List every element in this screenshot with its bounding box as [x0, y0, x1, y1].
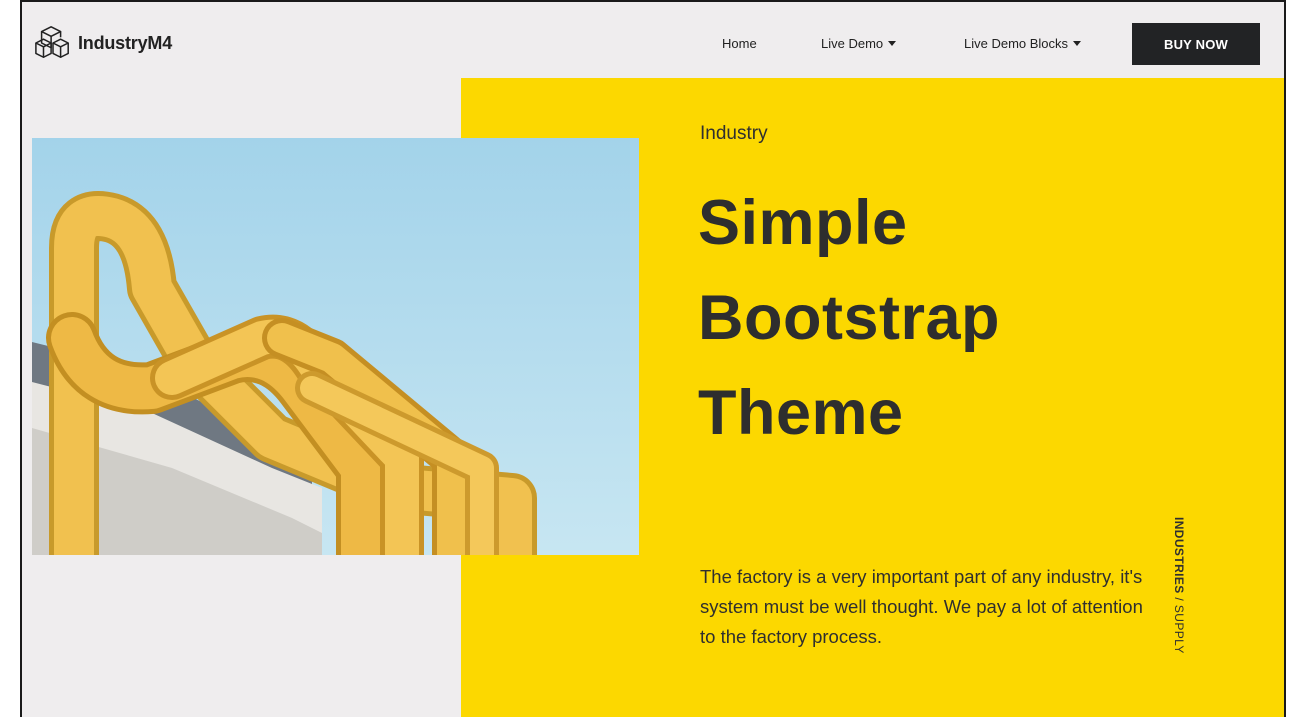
page-frame: IndustryM4 Home Live Demo Live Demo Bloc… — [20, 0, 1286, 717]
hero-headline: Simple Bootstrap Theme — [698, 176, 1000, 461]
caret-down-icon — [1073, 41, 1082, 46]
tag-separator: / — [1172, 593, 1186, 605]
cubes-logo-icon — [35, 26, 69, 59]
tag-supply: SUPPLY — [1172, 604, 1186, 654]
hero-eyebrow: Industry — [700, 123, 768, 144]
brand-name: IndustryM4 — [78, 32, 173, 53]
caret-down-icon — [888, 41, 897, 46]
headline-line: Bootstrap — [698, 283, 1000, 353]
hero-image-industrial-pipes — [32, 138, 639, 555]
nav-item-label: Live Demo Blocks — [964, 36, 1069, 51]
nav-item-home[interactable]: Home — [722, 36, 757, 51]
vertical-category-tag: INDUSTRIES / SUPPLY — [1172, 517, 1186, 654]
nav-item-label: Live Demo — [821, 36, 884, 51]
headline-line: Simple — [698, 188, 908, 258]
nav-item-label: Home — [722, 36, 757, 51]
headline-line: Theme — [698, 378, 904, 448]
nav-item-live-demo-blocks[interactable]: Live Demo Blocks — [964, 36, 1082, 51]
hero-description: The factory is a very important part of … — [700, 566, 1143, 647]
tag-industries: INDUSTRIES — [1172, 517, 1186, 594]
navbar: IndustryM4 Home Live Demo Live Demo Bloc… — [22, 2, 1284, 78]
nav-item-live-demo[interactable]: Live Demo — [821, 36, 897, 51]
brand-link[interactable]: IndustryM4 — [34, 24, 172, 62]
buy-now-button[interactable]: BUY NOW — [1132, 23, 1260, 65]
